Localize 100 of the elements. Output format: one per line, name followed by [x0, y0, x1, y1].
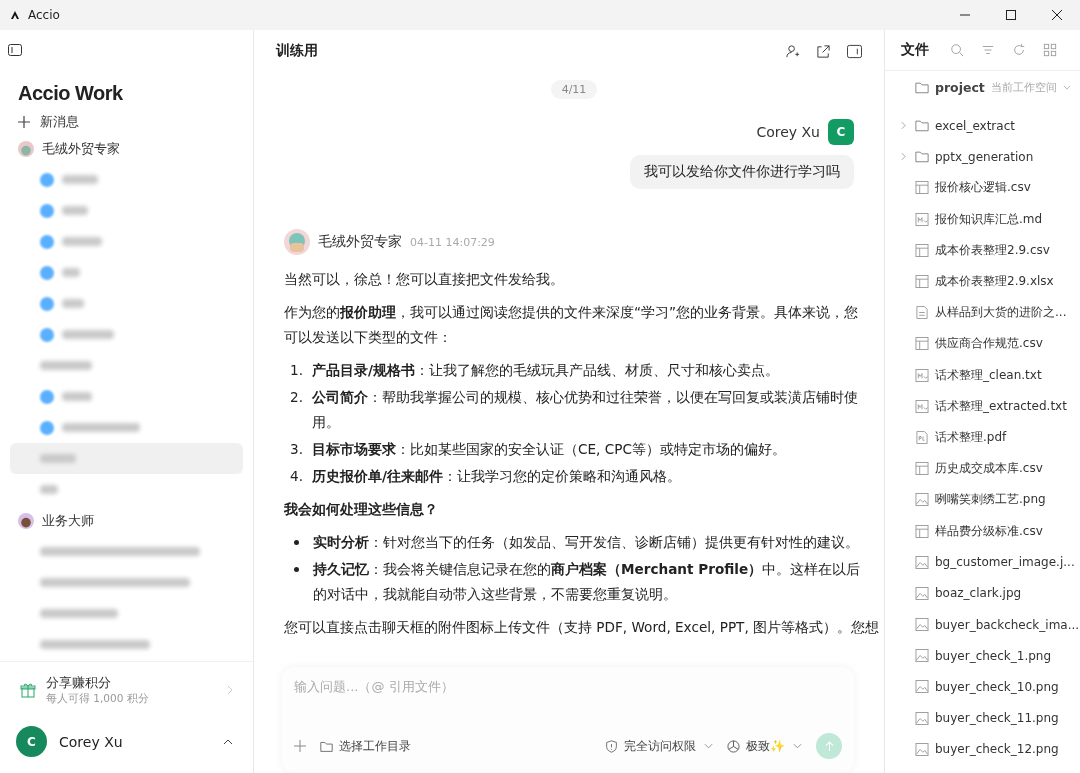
file-name[interactable]: 报价知识库汇总.md [935, 210, 1043, 228]
files-title: 文件 [901, 41, 929, 59]
file-name[interactable]: boaz_clark.jpg [935, 586, 1022, 601]
blurred-session-title[interactable] [40, 609, 118, 618]
blurred-session-title[interactable] [40, 485, 58, 494]
plus-icon[interactable] [294, 740, 306, 752]
promo-subtitle: 每人可得 1,000 积分 [46, 692, 149, 706]
message-paragraph: 您可以直接点击聊天框的附件图标上传文件（支持 PDF, Word, Excel, PPT, 图片等格式）。您想 [284, 618, 880, 637]
sender-name: 毛绒外贸专家 [318, 233, 402, 251]
agent-name[interactable]: 毛绒外贸专家 [42, 139, 120, 158]
message-time: 04-11 14:07:29 [410, 235, 495, 249]
avatar-icon [284, 229, 310, 255]
mode-dropdown[interactable]: 极致✨ [727, 737, 802, 755]
blurred-session-title[interactable] [40, 454, 76, 463]
caret-up-icon[interactable] [223, 738, 233, 745]
avatar-icon [18, 140, 34, 157]
blurred-session-title[interactable] [40, 578, 190, 587]
grid-icon[interactable] [1043, 43, 1057, 57]
file-name[interactable]: 成本价表整理2.9.csv [935, 241, 1050, 259]
list-number: 4. [289, 467, 304, 486]
blurred-session-title[interactable] [62, 330, 114, 339]
list-number: 1. [289, 361, 304, 380]
blurred-session-title[interactable] [62, 237, 102, 246]
user-avatar: C [828, 119, 854, 145]
file-name[interactable]: buyer_check_10.png [935, 679, 1059, 694]
add-person-icon[interactable] [785, 43, 800, 59]
send-button[interactable] [816, 733, 842, 759]
user-name[interactable]: Corey Xu [59, 733, 123, 750]
promo-card[interactable]: 分享赚积分 每人可得 1,000 积分 [0, 661, 253, 718]
blurred-session-title[interactable] [62, 268, 80, 277]
project-selector[interactable]: project 当前工作空间 [885, 71, 1080, 104]
blurred-session-title[interactable] [62, 206, 88, 215]
sender-name: Corey Xu [756, 124, 820, 140]
list-item-text: 公司简介：帮助我掌握公司的规模、核心优势和过往荣誉，以便在写回复或装潢店铺时使用。 [312, 388, 859, 432]
shield-icon [605, 739, 618, 753]
new-message-button[interactable]: 新消息 [0, 111, 253, 133]
list-number: 2. [289, 388, 304, 407]
share-icon[interactable] [816, 43, 831, 59]
gift-icon [20, 682, 36, 698]
blurred-session-title[interactable] [62, 175, 98, 184]
promo-title: 分享赚积分 [46, 674, 112, 692]
blurred-session-title[interactable] [40, 547, 200, 556]
agent-name[interactable]: 业务大师 [42, 511, 94, 530]
conversation-title: 训练用 [276, 42, 318, 60]
file-name[interactable]: 话术整理.pdf [935, 428, 1007, 446]
file-name[interactable]: 历史成交成本库.csv [935, 460, 1043, 478]
app-logo-icon [10, 10, 20, 20]
file-name[interactable]: 成本价表整理2.9.xlsx [935, 273, 1054, 291]
file-name[interactable]: buyer_check_11.png [935, 711, 1059, 726]
caret-down-icon [704, 743, 713, 749]
blurred-session-title[interactable] [40, 640, 150, 649]
file-name[interactable]: 咧嘴笑刺绣工艺.png [935, 491, 1046, 509]
search-icon[interactable] [950, 43, 964, 57]
list-item-text: 产品目录/规格书：让我了解您的毛绒玩具产品线、材质、尺寸和核心卖点。 [312, 361, 780, 380]
close-icon[interactable] [1051, 9, 1063, 21]
message-paragraph: 当然可以，徐总！您可以直接把文件发给我。 [284, 270, 565, 289]
window-title: Accio [28, 8, 60, 22]
file-name[interactable]: 报价核心逻辑.csv [935, 179, 1031, 197]
message-heading: 我会如何处理这些信息？ [284, 500, 439, 519]
file-name[interactable]: 话术整理_extracted.txt [935, 397, 1067, 415]
plus-icon [18, 116, 30, 128]
sidebar-toggle-icon[interactable] [8, 44, 22, 56]
file-name[interactable]: excel_extract [935, 118, 1015, 133]
filter-icon[interactable] [981, 43, 995, 57]
app-logo: Accio Work [18, 82, 124, 105]
blurred-session-title[interactable] [40, 361, 92, 370]
file-name[interactable]: 样品费分级标准.csv [935, 522, 1043, 540]
blurred-session-title[interactable] [62, 299, 84, 308]
refresh-icon[interactable] [1012, 43, 1026, 57]
message-paragraph: 作为您的报价助理，我可以通过阅读您提供的文件来深度“学习”您的业务背景。具体来说，您可以发送以下类型的文件： [284, 303, 860, 347]
file-name[interactable]: buyer_backcheck_ima... [935, 617, 1080, 632]
list-item-text: 实时分析：针对您当下的任务（如发品、写开发信、诊断店铺）提供更有针对性的建议。 [313, 533, 860, 552]
file-name[interactable]: buyer_check_1.png [935, 648, 1052, 663]
file-name[interactable]: 话术整理_clean.txt [935, 366, 1042, 384]
aperture-icon [727, 739, 740, 753]
caret-down-icon [1062, 85, 1071, 90]
user-message: 我可以发给你文件你进行学习吗 [630, 155, 854, 189]
access-dropdown[interactable]: 完全访问权限 [605, 737, 713, 755]
bullet-icon [294, 540, 299, 545]
blurred-session-title[interactable] [62, 423, 140, 432]
chevron-right-icon [227, 685, 233, 695]
select-workspace-button[interactable]: 选择工作目录 [320, 737, 411, 755]
user-avatar: C [16, 726, 47, 757]
file-name[interactable]: buyer_check_12.png [935, 742, 1059, 757]
avatar-icon [18, 512, 34, 529]
blurred-session-title[interactable] [62, 392, 92, 401]
message-input[interactable]: 输入问题...（@ 引用文件） [282, 667, 854, 706]
file-name[interactable]: pptx_generation [935, 149, 1034, 164]
chevron-right-icon[interactable] [901, 152, 906, 162]
page-indicator: 4/11 [550, 80, 598, 99]
list-item-text: 目标市场要求：比如某些国家的安全认证（CE, CPC等）或特定市场的偏好。 [312, 440, 787, 459]
maximize-icon[interactable] [1005, 9, 1017, 21]
file-name[interactable]: bg_customer_image.j... [935, 555, 1075, 570]
bullet-icon [294, 567, 299, 572]
panel-toggle-icon[interactable] [847, 43, 862, 59]
caret-down-icon [793, 743, 802, 749]
chevron-right-icon[interactable] [901, 121, 906, 131]
list-item-text: 历史报价单/往来邮件：让我学习您的定价策略和沟通风格。 [312, 467, 682, 486]
file-name[interactable]: 从样品到大货的进阶之... [935, 304, 1067, 322]
file-name[interactable]: 供应商合作规范.csv [935, 335, 1043, 353]
